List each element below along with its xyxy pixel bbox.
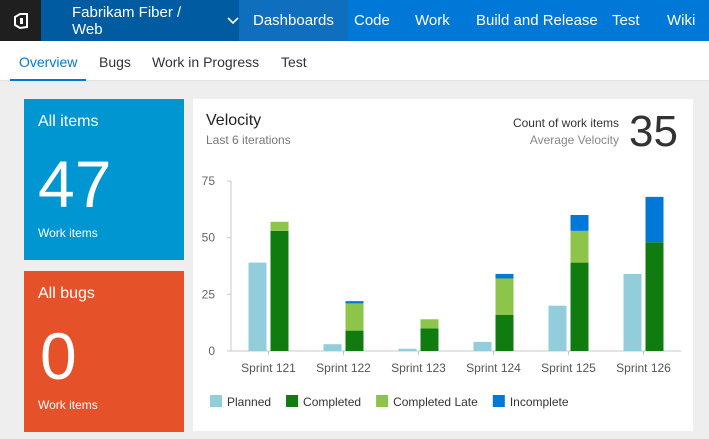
velocity-chart: 0 25 50 75 Sprint 121 Sprint 122 Sprint 123 Spr… bbox=[202, 174, 681, 409]
average-velocity-label: Average Velocity bbox=[529, 133, 619, 147]
count-label: Count of work items bbox=[512, 116, 619, 130]
bar-completed-late bbox=[495, 278, 514, 315]
y-tick-label: 75 bbox=[202, 174, 216, 188]
bar-incomplete bbox=[570, 215, 589, 231]
tile-title: All bugs bbox=[38, 285, 95, 302]
nav-test[interactable]: Test bbox=[612, 0, 640, 41]
tile-count: 47 bbox=[38, 147, 112, 221]
vsts-logo-icon bbox=[13, 12, 28, 29]
bar-incomplete bbox=[495, 273, 514, 279]
bar-incomplete bbox=[345, 301, 364, 304]
legend-label: Planned bbox=[227, 395, 271, 409]
bar-planned bbox=[248, 262, 267, 351]
legend-swatch bbox=[286, 395, 299, 407]
bar-completed bbox=[645, 242, 664, 351]
legend-label: Completed bbox=[303, 395, 361, 409]
bar-completed-late bbox=[270, 221, 289, 231]
all-bugs-tile[interactable]: All bugs 0 Work items bbox=[24, 271, 184, 432]
bar-incomplete bbox=[645, 196, 664, 243]
x-tick-label: Sprint 123 bbox=[391, 361, 446, 375]
dashboard-tabs: Overview Bugs Work in Progress Test bbox=[0, 41, 709, 81]
tile-footer: Work items bbox=[38, 398, 98, 412]
chevron-down-icon bbox=[227, 16, 239, 25]
legend-swatch bbox=[492, 395, 505, 407]
legend-swatch bbox=[376, 395, 389, 407]
y-tick-label: 25 bbox=[202, 287, 216, 301]
bar-planned bbox=[548, 305, 567, 351]
bar-completed-late bbox=[420, 319, 439, 329]
bar-completed bbox=[495, 314, 514, 351]
bar-completed bbox=[270, 230, 289, 351]
bar-completed bbox=[420, 328, 439, 351]
legend-swatch bbox=[210, 395, 222, 407]
average-velocity-value: 35 bbox=[629, 107, 678, 156]
all-items-tile[interactable]: All items 47 Work items bbox=[24, 99, 184, 260]
nav-work[interactable]: Work bbox=[415, 0, 450, 41]
x-tick-label: Sprint 122 bbox=[316, 361, 371, 375]
legend-label: Completed Late bbox=[393, 395, 478, 409]
nav-build-and-release[interactable]: Build and Release bbox=[476, 0, 598, 41]
tile-count: 0 bbox=[40, 319, 77, 393]
tile-footer: Work items bbox=[38, 226, 98, 240]
bar-completed bbox=[345, 330, 364, 351]
top-navigation: Fabrikam Fiber / Web Dashboards Code Wor… bbox=[0, 0, 709, 41]
project-selector[interactable]: Fabrikam Fiber / Web bbox=[41, 0, 239, 41]
tab-bugs[interactable]: Bugs bbox=[99, 41, 131, 81]
vsts-logo[interactable] bbox=[0, 0, 41, 41]
bar-completed bbox=[570, 262, 589, 351]
project-name: Fabrikam Fiber / Web bbox=[72, 3, 182, 38]
bar-planned bbox=[473, 341, 492, 351]
nav-code[interactable]: Code bbox=[354, 0, 390, 41]
velocity-widget[interactable]: Velocity Last 6 iterations Count of work… bbox=[193, 99, 693, 431]
tab-overview[interactable]: Overview bbox=[10, 41, 87, 81]
x-tick-label: Sprint 121 bbox=[241, 361, 296, 375]
tab-work-in-progress[interactable]: Work in Progress bbox=[152, 41, 259, 81]
x-tick-label: Sprint 125 bbox=[541, 361, 596, 375]
legend-label: Incomplete bbox=[510, 395, 569, 409]
nav-dashboards[interactable]: Dashboards bbox=[239, 0, 348, 41]
bar-planned bbox=[323, 344, 342, 351]
bar-planned bbox=[398, 348, 417, 351]
nav-wiki[interactable]: Wiki bbox=[667, 0, 695, 41]
x-tick-label: Sprint 124 bbox=[466, 361, 521, 375]
y-tick-label: 50 bbox=[202, 231, 216, 245]
bar-completed-late bbox=[345, 303, 364, 331]
y-tick-label: 0 bbox=[208, 344, 215, 358]
x-tick-label: Sprint 126 bbox=[616, 361, 671, 375]
bar-planned bbox=[623, 273, 642, 351]
tile-title: All items bbox=[38, 113, 99, 130]
bar-completed-late bbox=[570, 230, 589, 263]
widget-title: Velocity bbox=[206, 112, 262, 129]
widget-subtitle: Last 6 iterations bbox=[206, 133, 291, 147]
tab-test[interactable]: Test bbox=[281, 41, 307, 81]
